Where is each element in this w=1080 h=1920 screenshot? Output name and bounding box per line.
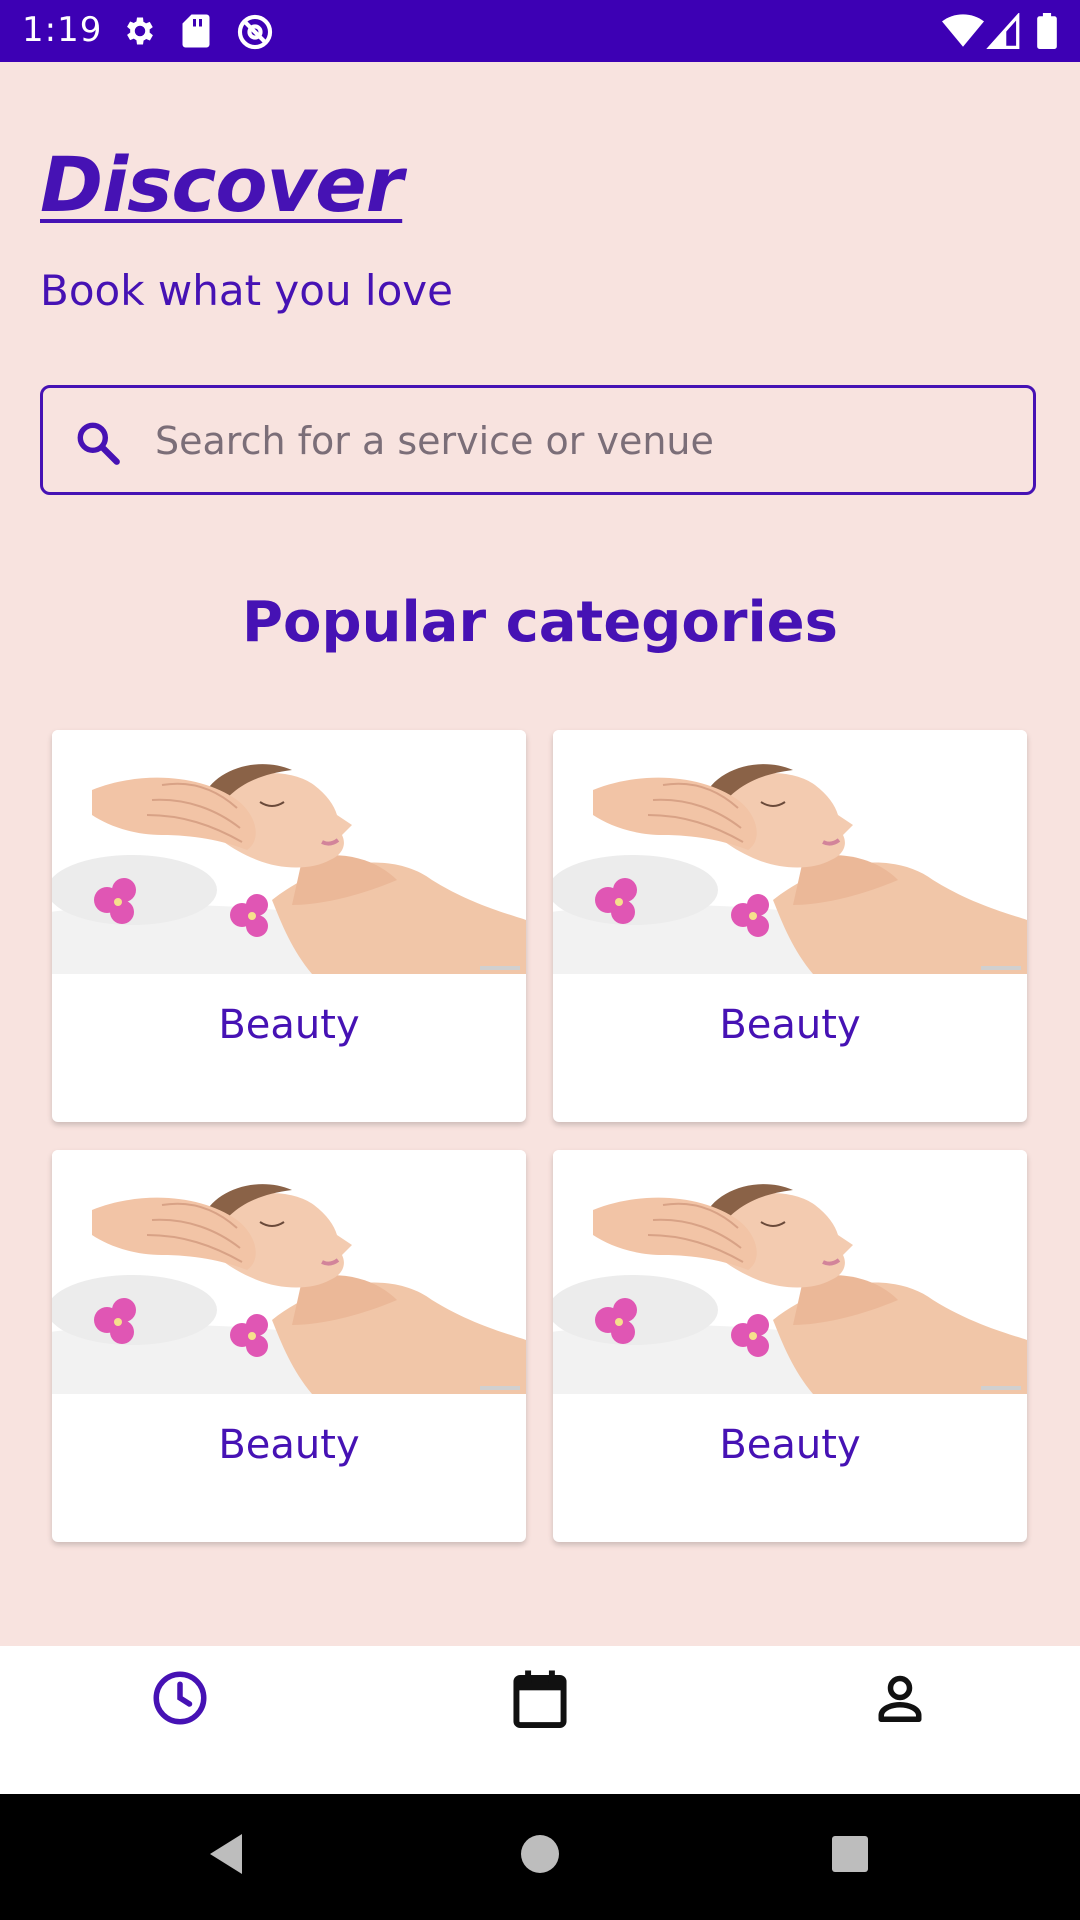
- page-title[interactable]: Discover: [40, 140, 403, 229]
- nav-calendar[interactable]: [490, 1668, 590, 1768]
- category-label: Beauty: [218, 1002, 360, 1048]
- nav-history[interactable]: [130, 1668, 230, 1768]
- status-time: 1:19: [22, 10, 103, 50]
- cellular-signal-icon: [986, 13, 1020, 49]
- back-icon[interactable]: [206, 1830, 246, 1882]
- category-card[interactable]: Beauty: [52, 1150, 526, 1542]
- recents-icon[interactable]: [830, 1830, 870, 1882]
- nav-profile[interactable]: [850, 1668, 950, 1768]
- search-icon: [73, 418, 123, 472]
- category-label: Beauty: [719, 1002, 861, 1048]
- status-bar: 1:19: [0, 0, 1080, 62]
- wifi-icon: [942, 13, 984, 49]
- system-navigation-bar: [0, 1794, 1080, 1920]
- section-title: Popular categories: [242, 590, 838, 655]
- search-input[interactable]: [153, 388, 1017, 494]
- category-label: Beauty: [218, 1422, 360, 1468]
- search-bar[interactable]: [40, 385, 1036, 495]
- bottom-navigation: [0, 1646, 1080, 1794]
- home-icon[interactable]: [520, 1830, 560, 1882]
- battery-icon: [1036, 13, 1058, 49]
- category-card[interactable]: Beauty: [553, 730, 1027, 1122]
- page-subtitle: Book what you love: [40, 266, 453, 315]
- calendar-icon: [490, 1668, 590, 1730]
- category-label: Beauty: [719, 1422, 861, 1468]
- category-card[interactable]: Beauty: [553, 1150, 1027, 1542]
- category-image: [52, 730, 526, 974]
- category-image: [553, 730, 1027, 974]
- category-card[interactable]: Beauty: [52, 730, 526, 1122]
- sd-card-icon: [180, 13, 212, 49]
- category-image: [52, 1150, 526, 1394]
- category-image: [553, 1150, 1027, 1394]
- vpn-key-icon: [236, 13, 274, 51]
- person-icon: [850, 1668, 950, 1728]
- clock-icon: [130, 1668, 230, 1728]
- gear-icon: [122, 13, 158, 49]
